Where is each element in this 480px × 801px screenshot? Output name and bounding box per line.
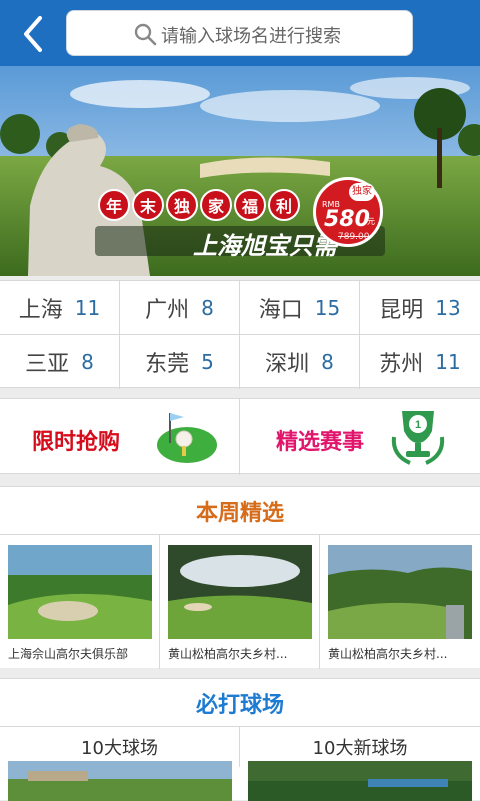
city-name: 东莞 (145, 352, 190, 377)
city-count: 15 (314, 295, 341, 320)
exclusive-badge: 独家 (349, 183, 375, 201)
city-shanghai[interactable]: 上海 11 (0, 281, 120, 335)
price-badge: 独家 RMB 580 元 789.00 (313, 177, 383, 247)
old-price: 789.00 (338, 232, 370, 242)
tag-char: 独 (166, 189, 198, 221)
city-suzhou[interactable]: 苏州 11 (360, 335, 480, 389)
top-bar: 请输入球场名进行搜索 (0, 0, 480, 66)
featured-events-label: 精选赛事 (276, 430, 365, 455)
price-unit: 元 (367, 217, 375, 226)
trophy-icon: 1 (391, 411, 445, 465)
search-placeholder: 请输入球场名进行搜索 (161, 26, 341, 47)
city-kunming[interactable]: 昆明 13 (360, 281, 480, 335)
flash-sale-label: 限时抢购 (32, 430, 121, 455)
city-guangzhou[interactable]: 广州 8 (120, 281, 240, 335)
course-photo (8, 761, 232, 801)
tag-char: 利 (268, 189, 300, 221)
city-count: 8 (81, 350, 94, 374)
city-name: 海口 (258, 297, 303, 323)
city-count: 11 (435, 350, 461, 374)
city-count: 13 (435, 295, 461, 320)
tag-char: 年 (98, 189, 130, 221)
course-photo (8, 545, 152, 639)
city-name: 昆明 (379, 297, 424, 323)
promo-row: 限时抢购 精选赛事 1 (0, 398, 480, 475)
back-icon[interactable] (12, 12, 56, 56)
city-name: 上海 (18, 297, 63, 323)
promo-banner[interactable]: 年 末 独 家 福 利 上海旭宝只需 独家 RMB 580 元 789.00 (0, 66, 480, 276)
course-photo (168, 545, 312, 639)
promo-tag: 年 末 独 家 福 利 (98, 189, 300, 221)
course-photo (328, 545, 472, 639)
must-play-title: 必打球场 (0, 679, 480, 727)
top-10-courses[interactable]: 10大球场 (0, 727, 240, 801)
course-card[interactable]: 黄山松柏高尔夫乡村... (160, 535, 320, 669)
city-count: 5 (201, 350, 214, 374)
weekly-picks-section: 本周精选 上海佘山高尔夫俱乐部 黄山松柏高尔夫乡村... 黄山松柏高尔夫乡村..… (0, 486, 480, 669)
price-value: 580 (324, 207, 370, 232)
course-name: 黄山松柏高尔夫乡村... (328, 647, 448, 661)
city-sanya[interactable]: 三亚 8 (0, 335, 120, 389)
golf-flag-icon (157, 413, 217, 463)
search-icon (134, 23, 157, 46)
tag-char: 福 (234, 189, 266, 221)
course-name: 上海佘山高尔夫俱乐部 (8, 647, 129, 661)
city-shenzhen[interactable]: 深圳 8 (240, 335, 360, 389)
top-10-label: 10大球场 (81, 738, 158, 759)
city-count: 8 (201, 295, 214, 320)
city-count: 8 (321, 350, 334, 374)
course-name: 黄山松柏高尔夫乡村... (168, 647, 288, 661)
course-card[interactable]: 黄山松柏高尔夫乡村... (320, 535, 480, 669)
city-count: 11 (74, 295, 101, 320)
city-dongguan[interactable]: 东莞 5 (120, 335, 240, 389)
city-name: 广州 (145, 297, 190, 323)
course-photo (248, 761, 472, 801)
city-grid: 上海 11 广州 8 海口 15 昆明 13 三亚 8 东莞 5 深圳 8 苏州 11 (0, 280, 480, 389)
search-input[interactable]: 请输入球场名进行搜索 (66, 10, 413, 56)
must-play-section: 必打球场 10大球场 10大新球场 (0, 678, 480, 801)
top-10-new-courses[interactable]: 10大新球场 (240, 727, 480, 801)
city-name: 深圳 (265, 352, 310, 377)
tag-char: 家 (200, 189, 232, 221)
city-haikou[interactable]: 海口 15 (240, 281, 360, 335)
flash-sale-button[interactable]: 限时抢购 (0, 399, 240, 475)
city-name: 三亚 (25, 352, 70, 377)
tag-char: 末 (132, 189, 164, 221)
weekly-picks-title: 本周精选 (0, 487, 480, 535)
top-10-new-label: 10大新球场 (312, 738, 408, 759)
city-name: 苏州 (379, 352, 424, 377)
svg-text:1: 1 (415, 419, 421, 431)
featured-events-button[interactable]: 精选赛事 1 (240, 399, 480, 475)
course-card[interactable]: 上海佘山高尔夫俱乐部 (0, 535, 160, 669)
